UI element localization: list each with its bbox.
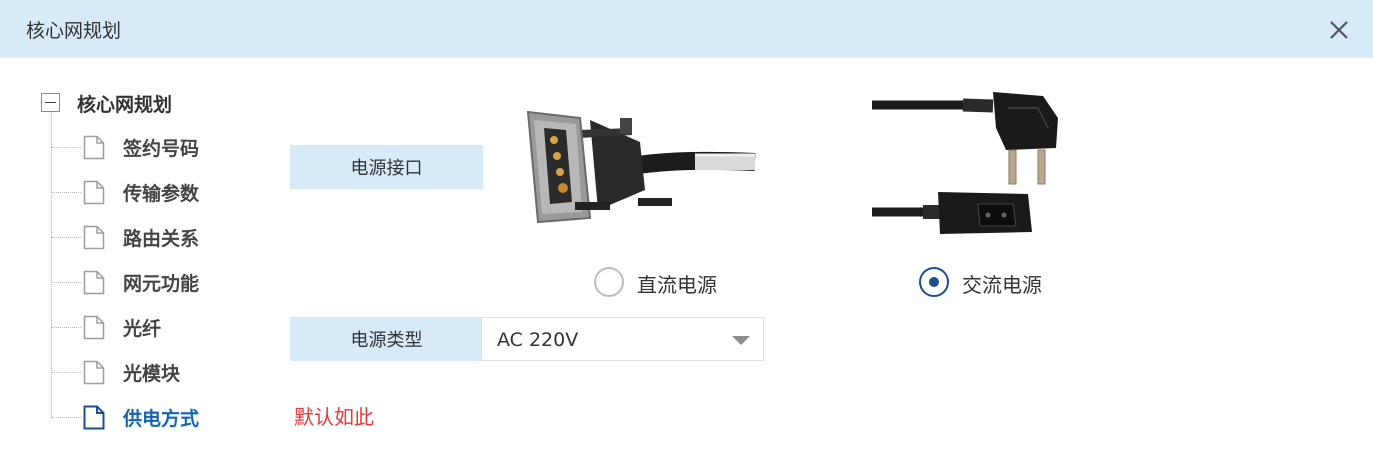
tree-item-ne-function[interactable]: 网元功能 — [51, 267, 251, 297]
close-icon[interactable] — [1326, 17, 1352, 43]
tree-item-label: 光纤 — [123, 318, 162, 340]
document-icon — [83, 315, 105, 340]
navigation-tree: 核心网规划 签约号码 传输参数 路由关系 网元功能 光纤 光模块 供电方式 — [0, 58, 260, 468]
collapse-icon[interactable] — [41, 93, 60, 112]
tree-item-signing-number[interactable]: 签约号码 — [51, 132, 251, 162]
tree-item-label: 网元功能 — [123, 273, 200, 295]
dialog-title: 核心网规划 — [26, 20, 122, 42]
dc-power-connector-image — [526, 110, 756, 224]
document-icon — [83, 405, 105, 430]
radio-button-checked[interactable] — [919, 267, 949, 297]
tree-root-label[interactable]: 核心网规划 — [77, 90, 172, 117]
radio-ac-power[interactable]: 交流电源 — [919, 267, 1079, 299]
power-type-select[interactable]: AC 220V — [481, 317, 764, 361]
tree-connector — [51, 147, 81, 148]
ac-power-cord-image — [872, 92, 1058, 234]
document-icon — [83, 360, 105, 385]
document-icon — [83, 135, 105, 160]
power-type-label: 电源类型 — [290, 317, 483, 361]
tree-connector — [51, 282, 81, 283]
radio-dc-power-label: 直流电源 — [637, 273, 717, 297]
tree-connector — [51, 327, 81, 328]
radio-button[interactable] — [594, 267, 624, 297]
default-note: 默认如此 — [294, 405, 374, 429]
tree-item-label: 路由关系 — [123, 228, 200, 250]
tree-item-transport-params[interactable]: 传输参数 — [51, 177, 251, 207]
tree-item-optical-module[interactable]: 光模块 — [51, 357, 251, 387]
power-type-value: AC 220V — [497, 329, 579, 351]
tree-item-power-supply[interactable]: 供电方式 — [51, 402, 251, 432]
tree-item-label: 光模块 — [123, 363, 181, 385]
radio-dc-power[interactable]: 直流电源 — [594, 267, 754, 299]
chevron-down-icon[interactable] — [732, 336, 750, 345]
tree-connector — [51, 372, 81, 373]
document-icon — [83, 225, 105, 250]
tree-connector — [51, 192, 81, 193]
document-icon — [83, 180, 105, 205]
tree-item-label: 传输参数 — [123, 183, 200, 205]
radio-ac-power-label: 交流电源 — [962, 273, 1042, 297]
tree-connector — [51, 237, 81, 238]
tree-item-routing[interactable]: 路由关系 — [51, 222, 251, 252]
tree-item-fiber[interactable]: 光纤 — [51, 312, 251, 342]
tree-connector — [51, 417, 81, 418]
document-icon — [83, 270, 105, 295]
dialog-header: 核心网规划 — [0, 0, 1373, 58]
tree-item-label: 供电方式 — [123, 408, 200, 430]
power-interface-label: 电源接口 — [290, 145, 483, 189]
tree-item-label: 签约号码 — [123, 138, 200, 160]
